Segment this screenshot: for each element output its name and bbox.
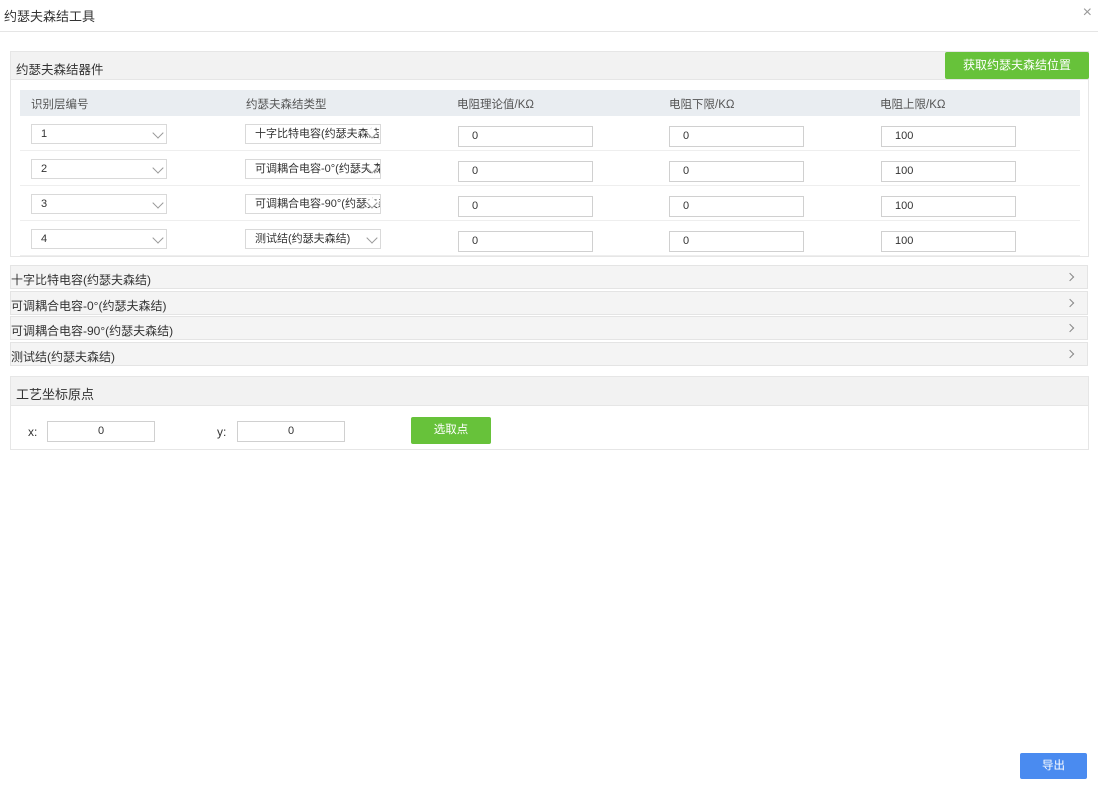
layer-select[interactable]: 1 (31, 124, 167, 144)
pick-point-button[interactable]: 选取点 (411, 417, 491, 444)
upper-input[interactable]: 100 (881, 196, 1016, 217)
device-panel-header: 约瑟夫森结器件 (11, 52, 1088, 80)
column-header-type: 约瑟夫森结类型 (246, 99, 327, 111)
upper-input[interactable]: 100 (881, 161, 1016, 182)
layer-select-value: 4 (41, 233, 48, 245)
type-select-value: 测试结(约瑟夫森结) (255, 233, 351, 245)
layer-select[interactable]: 4 (31, 229, 167, 249)
type-select[interactable]: 可调耦合电容-90°(约瑟夫森结) (245, 194, 381, 214)
collapse-title: 可调耦合电容-0°(约瑟夫森结) (11, 299, 167, 313)
chevron-down-icon (366, 232, 378, 244)
x-input[interactable]: 0 (47, 421, 155, 442)
title-bar: 约瑟夫森结工具 × (0, 0, 1098, 32)
lower-input[interactable]: 0 (669, 231, 804, 252)
lower-input[interactable]: 0 (669, 196, 804, 217)
layer-select-value: 3 (41, 198, 48, 210)
layer-select-value: 2 (41, 163, 48, 175)
table-row: 4 测试结(约瑟夫森结) 0 0 100 (20, 221, 1080, 256)
type-select-value: 十字比特电容(约瑟夫森结) (255, 128, 381, 140)
chevron-down-icon (152, 232, 164, 244)
collapse-coupler-90[interactable]: 可调耦合电容-90°(约瑟夫森结) (10, 316, 1088, 340)
origin-panel-title: 工艺坐标原点 (16, 387, 95, 402)
collapse-title: 测试结(约瑟夫森结) (11, 350, 115, 364)
type-select[interactable]: 测试结(约瑟夫森结) (245, 229, 381, 249)
chevron-right-icon (1065, 272, 1075, 282)
layer-select[interactable]: 2 (31, 159, 167, 179)
chevron-right-icon (1065, 298, 1075, 308)
column-header-theory: 电阻理论值/KΩ (457, 99, 534, 111)
device-panel: 约瑟夫森结器件 识别层编号 约瑟夫森结类型 电阻理论值/KΩ 电阻下限/KΩ 电… (10, 51, 1089, 257)
type-select-value: 可调耦合电容-90°(约瑟夫森结) (255, 198, 380, 210)
theory-input[interactable]: 0 (458, 126, 593, 147)
export-button[interactable]: 导出 (1020, 753, 1087, 779)
collapse-test-junction[interactable]: 测试结(约瑟夫森结) (10, 342, 1088, 366)
column-header-layer: 识别层编号 (31, 99, 89, 111)
theory-input[interactable]: 0 (458, 231, 593, 252)
close-icon[interactable]: × (1083, 5, 1092, 21)
x-label: x: (28, 425, 38, 439)
window-title: 约瑟夫森结工具 (4, 9, 96, 24)
fetch-positions-button[interactable]: 获取约瑟夫森结位置 (945, 52, 1089, 79)
lower-input[interactable]: 0 (669, 126, 804, 147)
column-header-upper: 电阻上限/KΩ (880, 99, 946, 111)
table-row: 3 可调耦合电容-90°(约瑟夫森结) 0 0 100 (20, 186, 1080, 221)
table-row: 2 可调耦合电容-0°(约瑟夫森结) 0 0 100 (20, 151, 1080, 186)
theory-input[interactable]: 0 (458, 196, 593, 217)
collapse-title: 十字比特电容(约瑟夫森结) (11, 273, 151, 287)
type-select[interactable]: 十字比特电容(约瑟夫森结) (245, 124, 381, 144)
table-row: 1 十字比特电容(约瑟夫森结) 0 0 100 (20, 116, 1080, 151)
layer-select-value: 1 (41, 128, 48, 140)
column-header-lower: 电阻下限/KΩ (669, 99, 735, 111)
device-panel-title: 约瑟夫森结器件 (16, 63, 104, 77)
collapse-cross-qubit[interactable]: 十字比特电容(约瑟夫森结) (10, 265, 1088, 289)
collapse-title: 可调耦合电容-90°(约瑟夫森结) (11, 324, 174, 338)
lower-input[interactable]: 0 (669, 161, 804, 182)
chevron-right-icon (1065, 349, 1075, 359)
chevron-down-icon (152, 197, 164, 209)
table-header: 识别层编号 约瑟夫森结类型 电阻理论值/KΩ 电阻下限/KΩ 电阻上限/KΩ (20, 90, 1080, 116)
y-input[interactable]: 0 (237, 421, 345, 442)
upper-input[interactable]: 100 (881, 231, 1016, 252)
origin-panel-header: 工艺坐标原点 (11, 377, 1088, 406)
theory-input[interactable]: 0 (458, 161, 593, 182)
chevron-right-icon (1065, 323, 1075, 333)
layer-select[interactable]: 3 (31, 194, 167, 214)
upper-input[interactable]: 100 (881, 126, 1016, 147)
type-select[interactable]: 可调耦合电容-0°(约瑟夫森结) (245, 159, 381, 179)
collapse-coupler-0[interactable]: 可调耦合电容-0°(约瑟夫森结) (10, 291, 1088, 315)
chevron-down-icon (152, 127, 164, 139)
type-select-value: 可调耦合电容-0°(约瑟夫森结) (255, 163, 380, 175)
y-label: y: (217, 425, 227, 439)
chevron-down-icon (152, 162, 164, 174)
origin-panel: 工艺坐标原点 x: 0 y: 0 选取点 (10, 376, 1089, 450)
